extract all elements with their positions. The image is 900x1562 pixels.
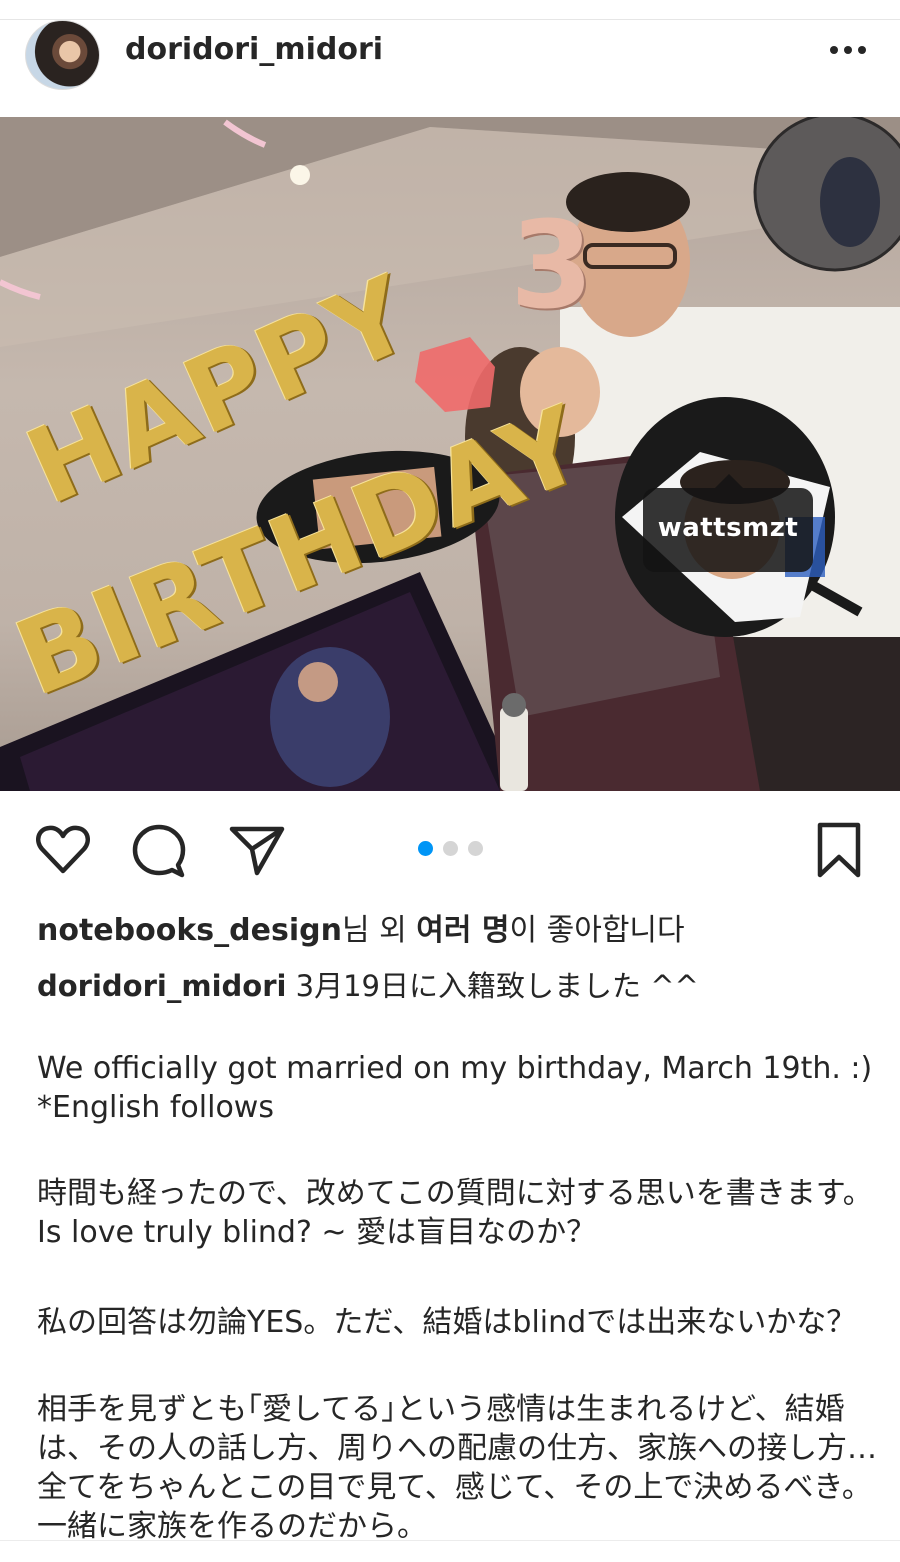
caption-first-line: doridori_midori 3月19日に入籍致しました ^^ <box>37 963 699 1005</box>
caption-paragraph: We officially got married on my birthday… <box>37 1051 900 1125</box>
avatar[interactable] <box>25 20 100 90</box>
caption-text: 3月19日に入籍致しました ^^ <box>286 969 699 1003</box>
action-bar <box>0 791 900 901</box>
carousel-dot-active <box>418 841 433 856</box>
more-options-icon[interactable] <box>828 38 868 62</box>
post-header: doridori_midori <box>0 20 900 117</box>
carousel-dot <box>468 841 483 856</box>
likes-text-end: 이 좋아합니다 <box>509 913 685 948</box>
number-balloon: 3 <box>510 197 596 336</box>
tagged-username[interactable]: wattsmzt <box>643 513 813 543</box>
heart-icon[interactable] <box>34 821 92 879</box>
caption-paragraph: 相手を見ずとも｢愛してる｣という感情は生まれるけど、結婚は、その人の話し方、周り… <box>37 1392 877 1544</box>
comment-icon[interactable] <box>130 821 188 879</box>
bottom-divider <box>0 1540 900 1541</box>
caption-paragraph: 私の回答は勿論YES。ただ、結婚はblindでは出来ないかな？ <box>37 1305 857 1340</box>
likes-others[interactable]: 여러 명 <box>416 913 509 948</box>
user-tag-bubble[interactable]: wattsmzt <box>643 474 813 572</box>
post-username[interactable]: doridori_midori <box>125 32 383 67</box>
caption-paragraph: 時間も経ったので、改めてこの質問に対する思いを書きます。Is love trul… <box>37 1176 873 1250</box>
carousel-indicator <box>418 841 488 857</box>
post-photo[interactable]: HAPPY BIRTHDAY 3 wattsmzt <box>0 117 900 791</box>
bookmark-icon[interactable] <box>810 821 868 879</box>
liker-username[interactable]: notebooks_design <box>37 913 342 948</box>
share-icon[interactable] <box>228 821 286 879</box>
likes-text: 님 외 <box>341 913 417 948</box>
caption-username[interactable]: doridori_midori <box>37 969 286 1003</box>
carousel-dot <box>443 841 458 856</box>
likes-summary[interactable]: notebooks_design님 외 여러 명이 좋아합니다 <box>37 905 685 949</box>
